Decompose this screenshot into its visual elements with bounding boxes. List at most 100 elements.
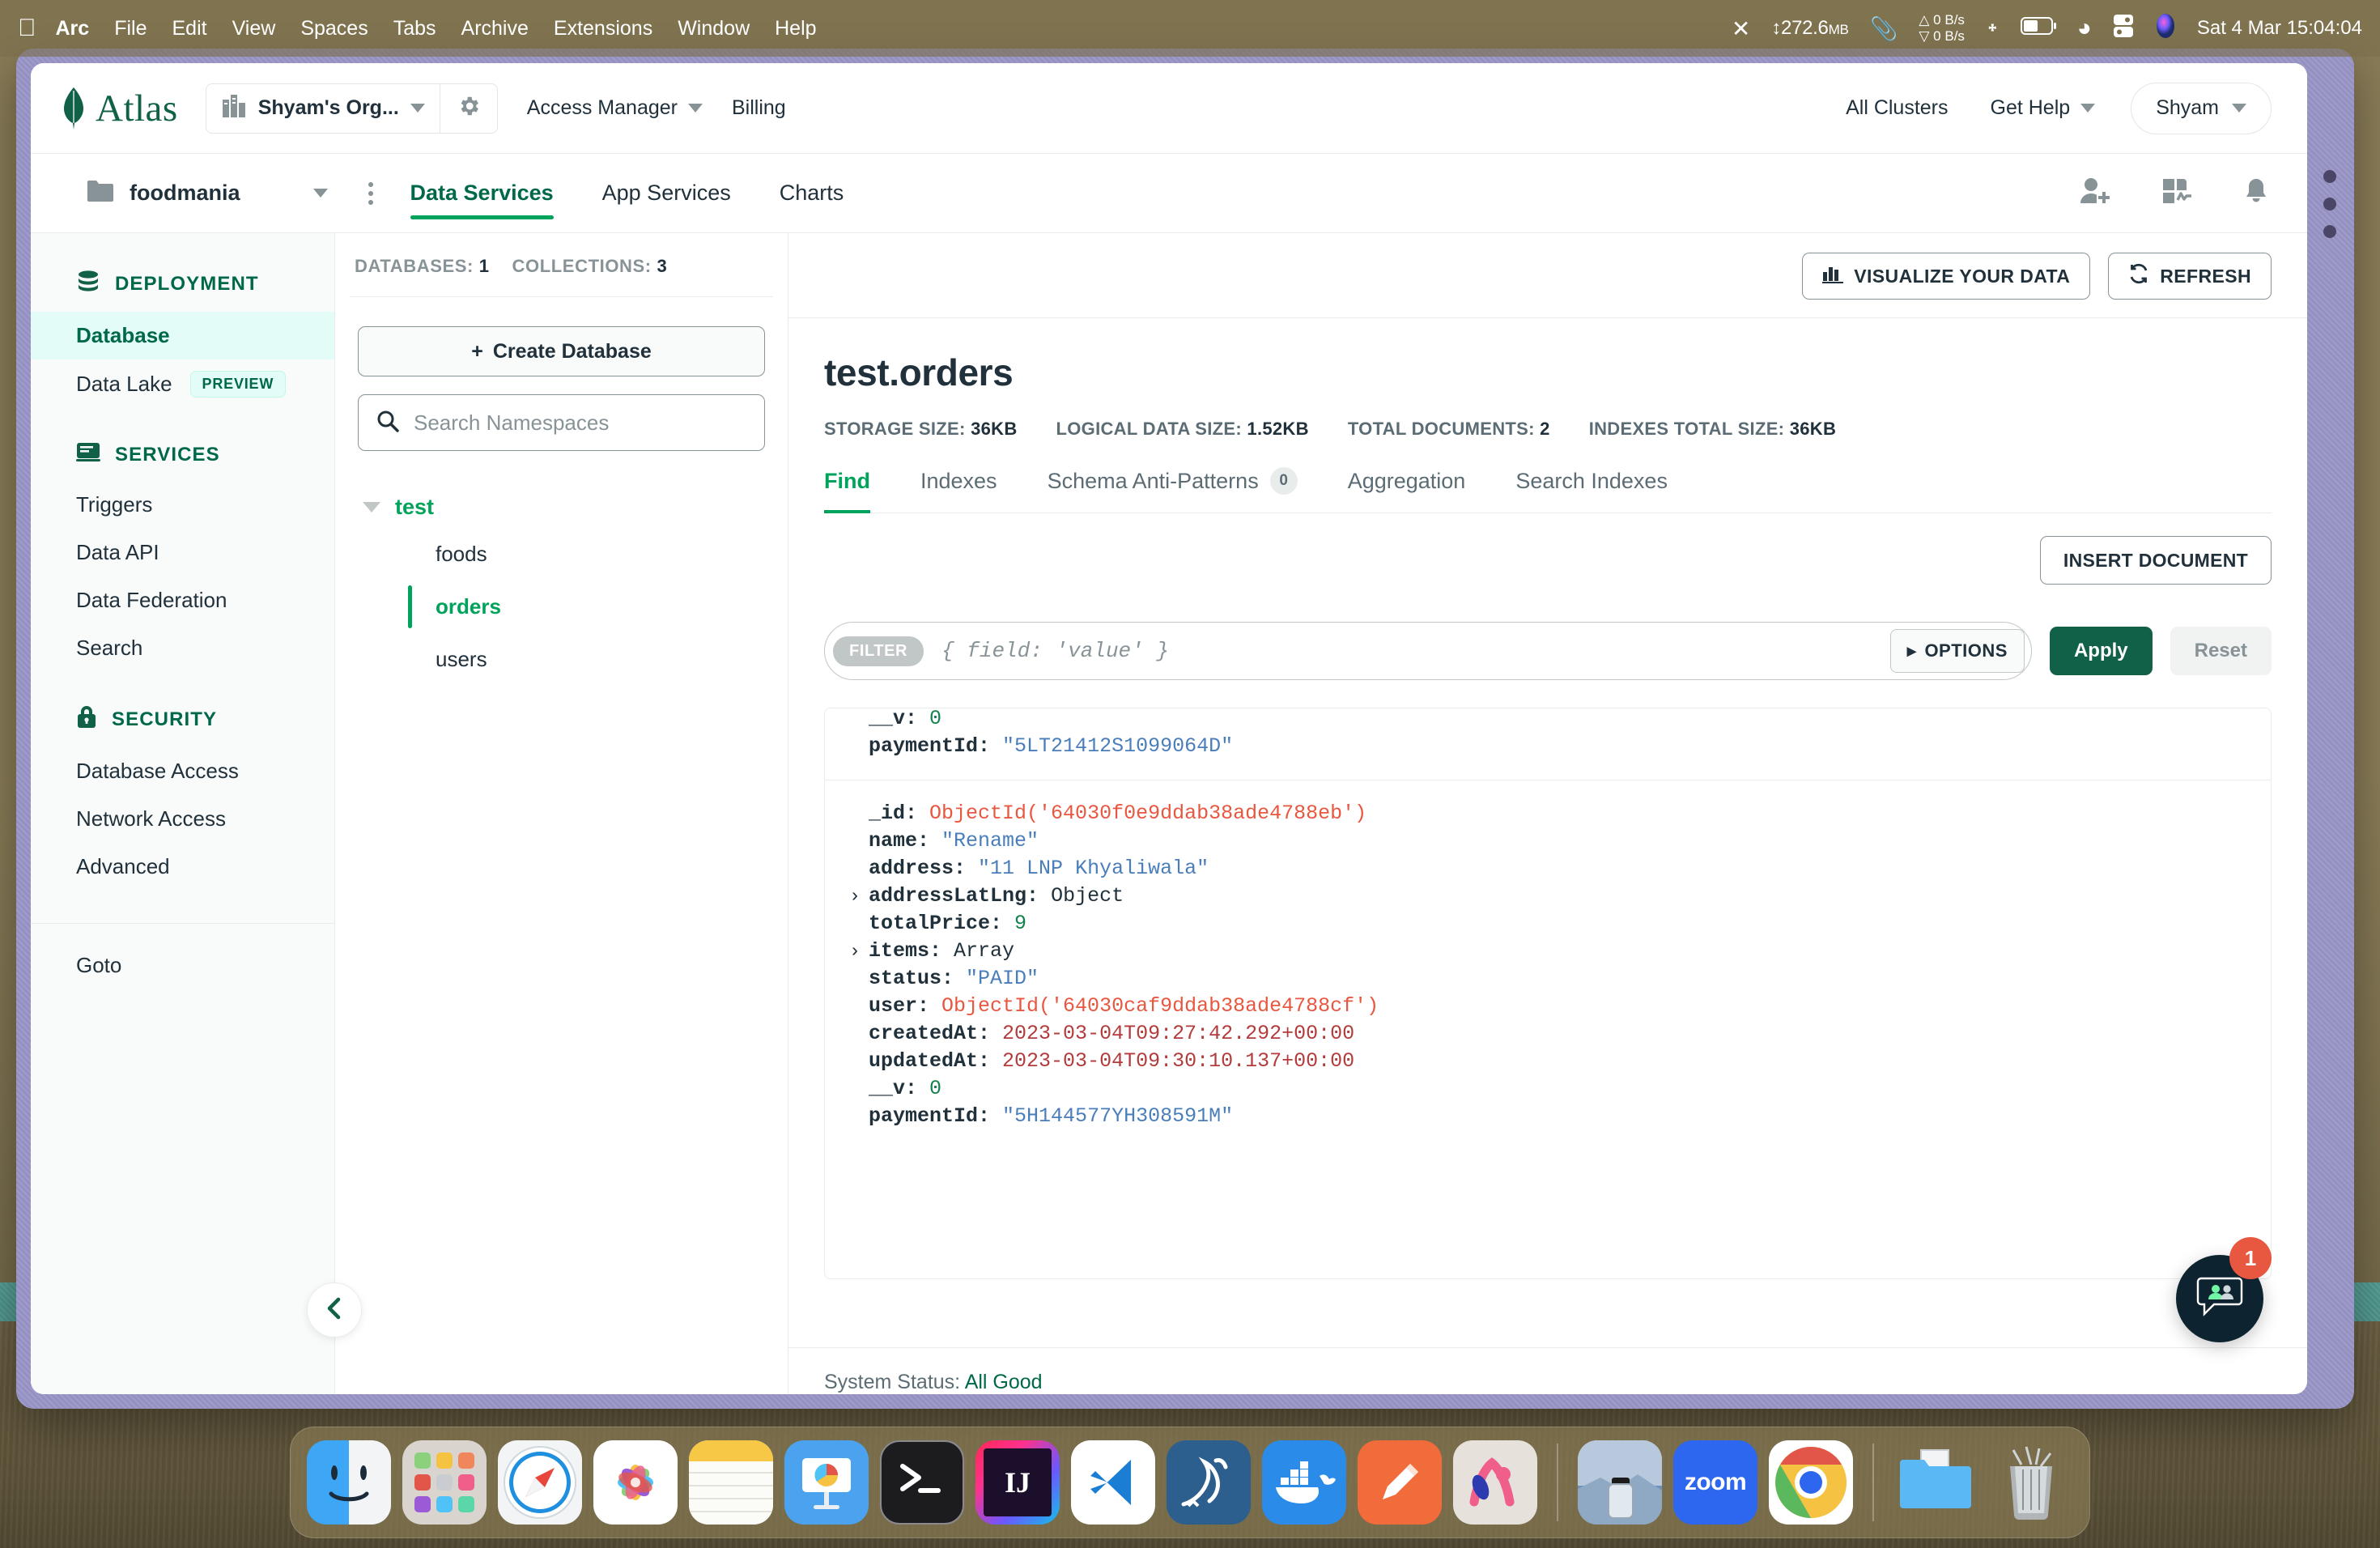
documents-list[interactable]: updatedAt: 2023-02-19T12:39:44.198+00:00…	[824, 708, 2272, 1279]
tab-aggregation[interactable]: Aggregation	[1348, 467, 1466, 512]
menu-item-archive[interactable]: Archive	[461, 17, 529, 40]
chat-bubble-icon	[2196, 1275, 2243, 1323]
chevron-down-icon	[2232, 104, 2246, 113]
dock-item-arc-browser[interactable]	[1453, 1440, 1537, 1525]
paperclip-icon[interactable]: 📎	[1870, 15, 1898, 42]
search-namespaces-input[interactable]	[414, 410, 746, 436]
tab-charts[interactable]: Charts	[780, 154, 844, 232]
dock-item-downloads-folder[interactable]	[1893, 1440, 1978, 1525]
sidebar-item-advanced[interactable]: Advanced	[31, 843, 334, 891]
arc-sidebar-dots[interactable]	[2323, 170, 2336, 238]
apply-button[interactable]: Apply	[2049, 627, 2153, 675]
collection-item-foods[interactable]: foods	[358, 528, 765, 580]
sidebar-item-goto[interactable]: Goto	[31, 924, 334, 978]
org-selector[interactable]: Shyam's Org...	[205, 83, 498, 134]
insert-document-button[interactable]: INSERT DOCUMENT	[2039, 536, 2272, 585]
control-center-icon[interactable]	[2113, 14, 2134, 44]
bluetooth-icon[interactable]: ᛭	[1986, 15, 2000, 41]
field-value: "11 LNP Khyaliwala"	[978, 857, 1209, 880]
sidebar-item-triggers[interactable]: Triggers	[31, 481, 334, 529]
collection-item-orders[interactable]: orders	[358, 580, 765, 633]
sidebar-item-database-access[interactable]: Database Access	[31, 747, 334, 795]
dock-item-notes[interactable]	[689, 1440, 773, 1525]
tab-label: Schema Anti-Patterns	[1047, 468, 1259, 493]
collapse-sidebar-button[interactable]	[307, 1282, 362, 1337]
menu-item-window[interactable]: Window	[678, 17, 750, 40]
menu-item-spaces[interactable]: Spaces	[300, 17, 368, 40]
filter-field[interactable]: FILTER ▸ OPTIONS	[824, 622, 2032, 680]
main-toolbar: VISUALIZE YOUR DATA REFRESH	[788, 233, 2307, 318]
database-node-test[interactable]: test	[358, 487, 765, 528]
network-speed-status[interactable]: △ 0 B/s ▽ 0 B/s	[1919, 12, 1965, 44]
dock-item-google-chrome[interactable]	[1769, 1440, 1853, 1525]
all-clusters-link[interactable]: All Clusters	[1846, 96, 1948, 120]
tab-indexes[interactable]: Indexes	[920, 467, 997, 512]
apple-logo-icon[interactable]: 	[18, 16, 36, 40]
dock-item-preview-photo[interactable]	[1578, 1440, 1662, 1525]
sidebar-item-database[interactable]: Database	[31, 312, 334, 359]
tab-data-services[interactable]: Data Services	[395, 154, 568, 232]
reset-button[interactable]: Reset	[2170, 627, 2272, 675]
clock-status[interactable]: Sat 4 Mar 15:04:04	[2197, 17, 2362, 40]
project-more-menu[interactable]	[368, 181, 373, 205]
dock-item-trash[interactable]	[1989, 1440, 2073, 1525]
tab-search-indexes[interactable]: Search Indexes	[1515, 467, 1668, 512]
tab-schema-anti-patterns[interactable]: Schema Anti-Patterns 0	[1048, 467, 1298, 512]
menu-item-file[interactable]: File	[114, 17, 147, 40]
dock-item-keynote[interactable]	[784, 1440, 869, 1525]
dock-item-docker[interactable]	[1262, 1440, 1346, 1525]
sidebar-item-search[interactable]: Search	[31, 624, 334, 672]
tab-app-services[interactable]: App Services	[602, 154, 731, 232]
menu-item-edit[interactable]: Edit	[172, 17, 206, 40]
chevron-down-icon[interactable]	[312, 189, 328, 198]
wifi-icon[interactable]: ◕	[2077, 15, 2092, 42]
sidebar-item-data-api[interactable]: Data API	[31, 529, 334, 576]
dock-item-photos[interactable]	[593, 1440, 678, 1525]
expand-chevron-icon[interactable]: ›	[849, 882, 861, 910]
dock-item-launchpad[interactable]	[402, 1440, 487, 1525]
dock-item-zoom[interactable]: zoom	[1673, 1440, 1757, 1525]
siri-icon[interactable]	[2155, 13, 2176, 45]
dock-item-postman[interactable]	[1358, 1440, 1442, 1525]
filter-toolbar: FILTER ▸ OPTIONS Apply Reset	[788, 585, 2307, 680]
menu-item-arc[interactable]: Arc	[56, 17, 90, 40]
create-database-button[interactable]: + Create Database	[358, 326, 765, 376]
close-x-status-icon[interactable]: ✕	[1732, 15, 1750, 42]
sidebar-item-network-access[interactable]: Network Access	[31, 795, 334, 843]
sidebar-item-data-federation[interactable]: Data Federation	[31, 576, 334, 624]
notifications-bell-icon[interactable]	[2241, 176, 2272, 211]
filter-input[interactable]	[924, 639, 1890, 663]
expand-chevron-icon[interactable]: ›	[849, 938, 861, 965]
options-button[interactable]: ▸ OPTIONS	[1889, 629, 2025, 673]
activity-feed-icon[interactable]	[2160, 176, 2192, 211]
tab-find[interactable]: Find	[824, 467, 870, 513]
dock-item-safari[interactable]	[498, 1440, 582, 1525]
sidebar-item-data-lake[interactable]: Data Lake PREVIEW	[31, 359, 334, 409]
get-help-menu[interactable]: Get Help	[1991, 96, 2096, 120]
search-namespaces-field[interactable]	[358, 394, 765, 451]
access-manager-menu[interactable]: Access Manager	[527, 96, 703, 120]
document-row[interactable]: _id: ObjectId('64030f0e9ddab38ade4788eb'…	[825, 780, 2271, 1150]
memory-usage-status[interactable]: ↕272.6MB	[1771, 17, 1848, 40]
collection-item-users[interactable]: users	[358, 633, 765, 686]
menu-item-view[interactable]: View	[232, 17, 276, 40]
dock-item-mysql-workbench[interactable]	[1167, 1440, 1251, 1525]
document-row[interactable]: updatedAt: 2023-02-19T12:39:44.198+00:00…	[825, 708, 2271, 780]
dock-item-intellij-idea[interactable]: IJ	[975, 1440, 1060, 1525]
user-menu[interactable]: Shyam	[2131, 82, 2272, 134]
dock-item-visual-studio-code[interactable]	[1071, 1440, 1155, 1525]
org-settings-button[interactable]	[440, 94, 497, 122]
atlas-logo[interactable]: Atlas	[62, 87, 178, 130]
menu-item-help[interactable]: Help	[775, 17, 816, 40]
refresh-button[interactable]: REFRESH	[2108, 253, 2272, 300]
billing-link[interactable]: Billing	[732, 96, 786, 120]
invite-user-icon[interactable]	[2079, 176, 2111, 211]
dock-item-terminal[interactable]	[880, 1440, 964, 1525]
field-value: ObjectId('64030caf9ddab38ade4788cf')	[941, 994, 1379, 1018]
visualize-your-data-button[interactable]: VISUALIZE YOUR DATA	[1802, 253, 2091, 300]
menu-item-tabs[interactable]: Tabs	[393, 17, 436, 40]
battery-icon[interactable]	[2020, 16, 2056, 40]
menu-item-extensions[interactable]: Extensions	[554, 17, 652, 40]
system-status-value[interactable]: All Good	[965, 1371, 1043, 1393]
dock-item-finder[interactable]	[307, 1440, 391, 1525]
